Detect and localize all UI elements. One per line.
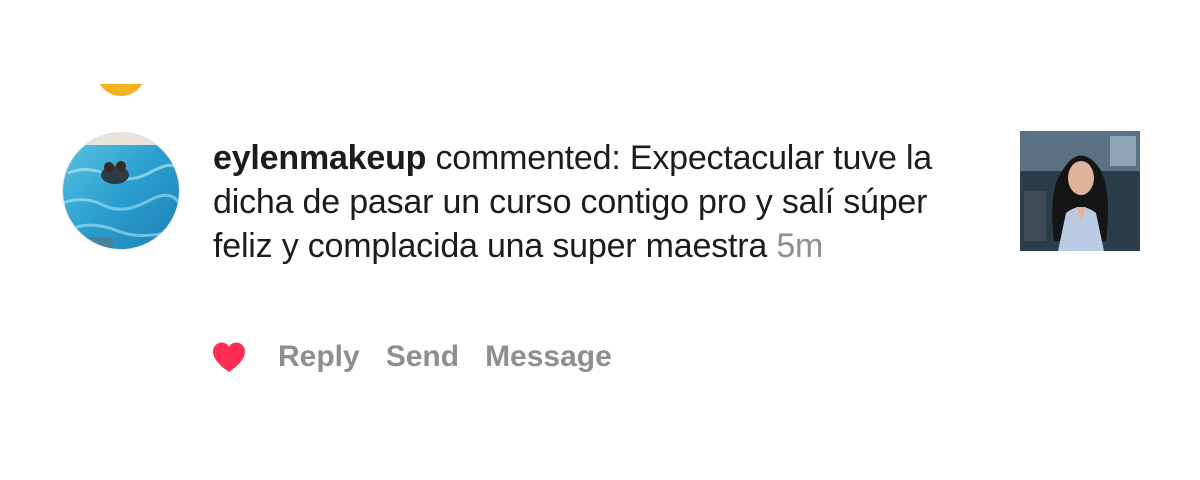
previous-notification-avatar-edge: [96, 84, 146, 96]
comment-text: eylenmakeup commented: Expectacular tuve…: [213, 136, 983, 268]
post-thumbnail-image: [1020, 131, 1140, 251]
comment-timestamp: 5m: [776, 227, 824, 265]
reply-button[interactable]: Reply: [278, 340, 360, 374]
heart-icon: [213, 342, 245, 372]
commenter-avatar[interactable]: [62, 132, 180, 250]
notification-page: eylenmakeup commented: Expectacular tuve…: [0, 0, 1200, 480]
post-thumbnail[interactable]: [1020, 131, 1140, 251]
like-button[interactable]: [210, 339, 248, 375]
avatar-image: [63, 133, 179, 249]
comment-actions: Reply Send Message: [210, 335, 638, 379]
send-button[interactable]: Send: [386, 340, 459, 374]
message-button[interactable]: Message: [485, 340, 612, 374]
comment-username[interactable]: eylenmakeup: [213, 139, 426, 177]
comment-verb: commented:: [435, 139, 621, 177]
